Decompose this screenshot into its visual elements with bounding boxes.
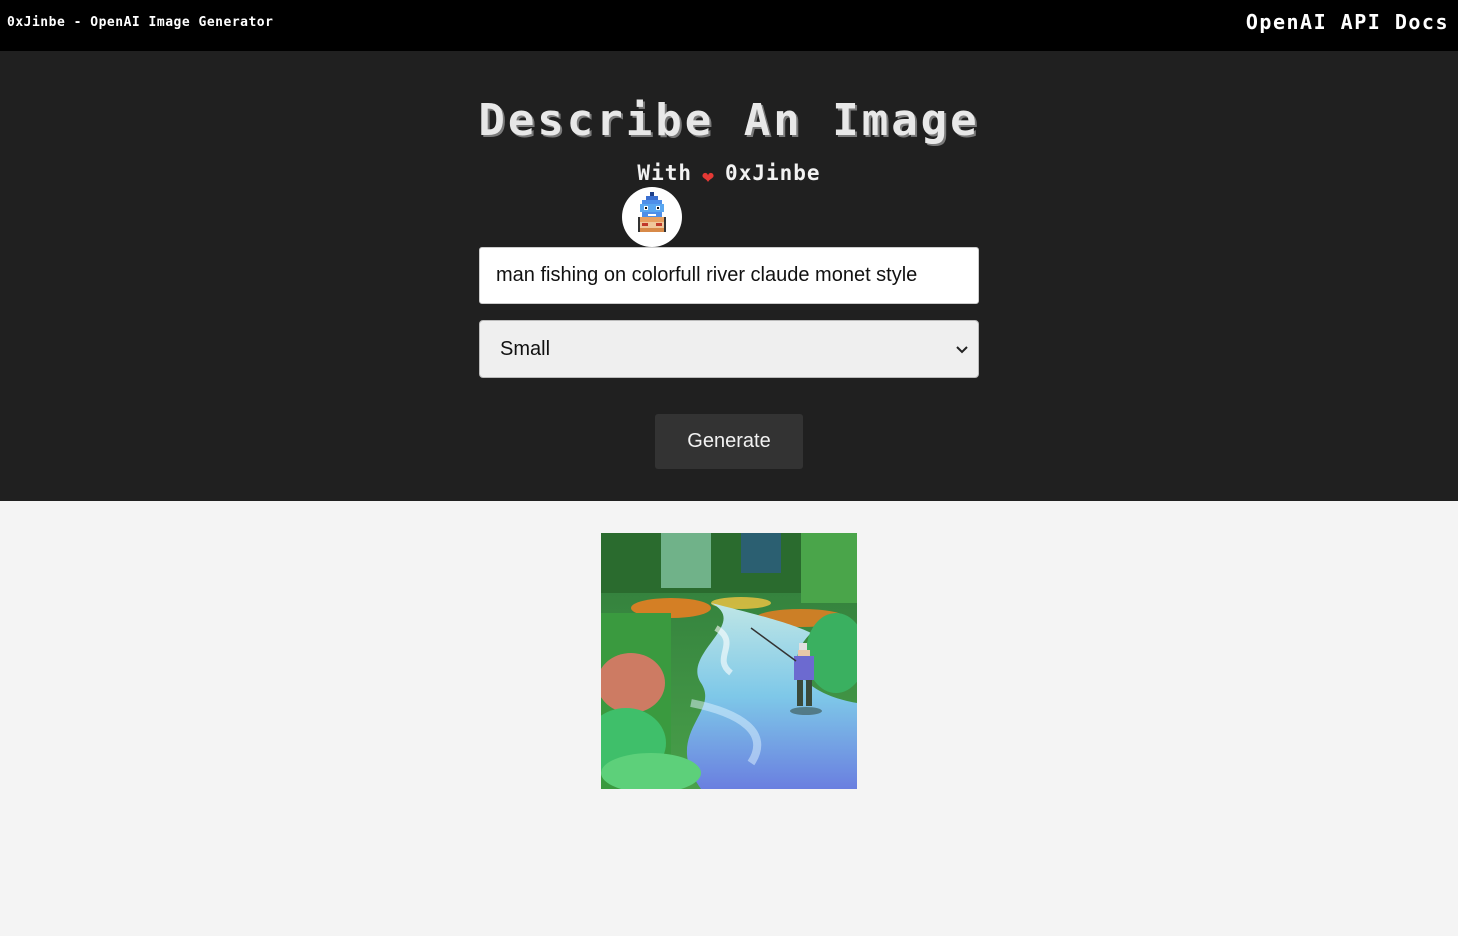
page-title: Describe An Image bbox=[478, 95, 980, 146]
size-select[interactable]: Small bbox=[479, 320, 979, 378]
openai-api-docs-link[interactable]: OpenAI API Docs bbox=[1246, 10, 1449, 34]
generated-painting-image bbox=[601, 533, 857, 789]
subtitle-prefix: With bbox=[637, 161, 692, 185]
generate-button[interactable]: Generate bbox=[655, 414, 803, 469]
heart-icon: ❤ bbox=[702, 164, 716, 188]
generated-image bbox=[601, 533, 857, 789]
avatar bbox=[622, 187, 682, 247]
chevron-down-icon bbox=[956, 341, 968, 357]
size-select-value: Small bbox=[500, 337, 551, 360]
brand-logo[interactable]: 0xJinbe - OpenAI Image Generator bbox=[7, 15, 273, 30]
hero-section: Describe An Image With ❤ 0xJinbe Small bbox=[0, 51, 1458, 501]
pixel-fishman-avatar-icon bbox=[638, 192, 666, 232]
navbar: 0xJinbe - OpenAI Image Generator OpenAI … bbox=[0, 0, 1458, 51]
subtitle-author: 0xJinbe bbox=[725, 161, 821, 185]
subtitle: With ❤ 0xJinbe bbox=[0, 161, 1458, 188]
prompt-input[interactable] bbox=[479, 247, 979, 304]
